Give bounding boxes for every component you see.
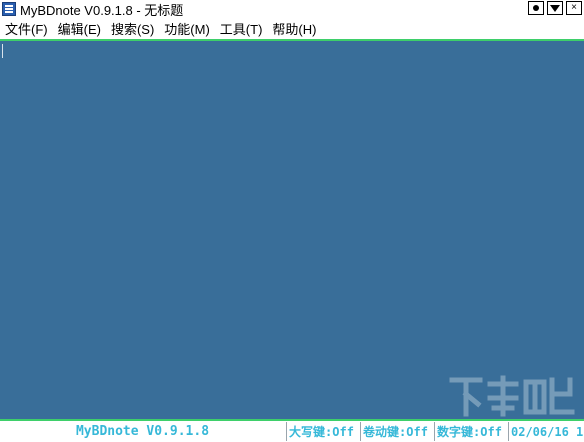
status-separator xyxy=(286,422,287,441)
status-datetime: 02/06/16 17:5 xyxy=(511,424,584,439)
status-separator xyxy=(360,422,361,441)
num-label: 数字键 xyxy=(437,425,474,439)
scroll-label: 卷动键 xyxy=(363,425,400,439)
window-title: MyBDnote V0.9.1.8 - 无标题 xyxy=(20,2,184,18)
scroll-value: :Off xyxy=(399,424,428,439)
triangle-down-icon xyxy=(550,4,560,12)
status-bar: MyBDnote V0.9.1.8 大写键:Off 卷动键:Off 数字键:Of… xyxy=(0,419,584,442)
status-separator xyxy=(508,422,509,441)
dot-button[interactable] xyxy=(528,1,544,15)
title-buttons: × xyxy=(528,1,582,15)
status-scroll-lock: 卷动键:Off xyxy=(363,422,433,441)
circle-dot-icon xyxy=(533,5,539,11)
menu-file[interactable]: 文件(F) xyxy=(0,19,53,38)
text-editor-area[interactable] xyxy=(0,41,584,419)
dropdown-button[interactable] xyxy=(547,1,563,15)
close-button[interactable]: × xyxy=(566,1,582,15)
app-window: MyBDnote V0.9.1.8 - 无标题 × 文件(F) 编辑(E) 搜索… xyxy=(0,0,584,442)
menu-edit[interactable]: 编辑(E) xyxy=(53,19,106,38)
menu-function[interactable]: 功能(M) xyxy=(159,19,215,38)
menu-tools[interactable]: 工具(T) xyxy=(215,19,268,38)
status-num-lock: 数字键:Off xyxy=(437,422,507,441)
watermark-logo xyxy=(449,375,575,417)
caps-label: 大写键 xyxy=(289,425,326,439)
menu-help[interactable]: 帮助(H) xyxy=(267,19,321,38)
status-caps-lock: 大写键:Off xyxy=(289,422,359,441)
status-separator xyxy=(434,422,435,441)
app-icon[interactable] xyxy=(2,2,16,16)
text-caret xyxy=(2,44,3,58)
title-bar[interactable]: MyBDnote V0.9.1.8 - 无标题 × xyxy=(0,0,584,18)
num-value: :Off xyxy=(473,424,502,439)
menu-search[interactable]: 搜索(S) xyxy=(106,19,159,38)
caps-value: :Off xyxy=(325,424,354,439)
status-app-name: MyBDnote V0.9.1.8 xyxy=(75,424,210,439)
menu-bar: 文件(F) 编辑(E) 搜索(S) 功能(M) 工具(T) 帮助(H) xyxy=(0,18,584,39)
